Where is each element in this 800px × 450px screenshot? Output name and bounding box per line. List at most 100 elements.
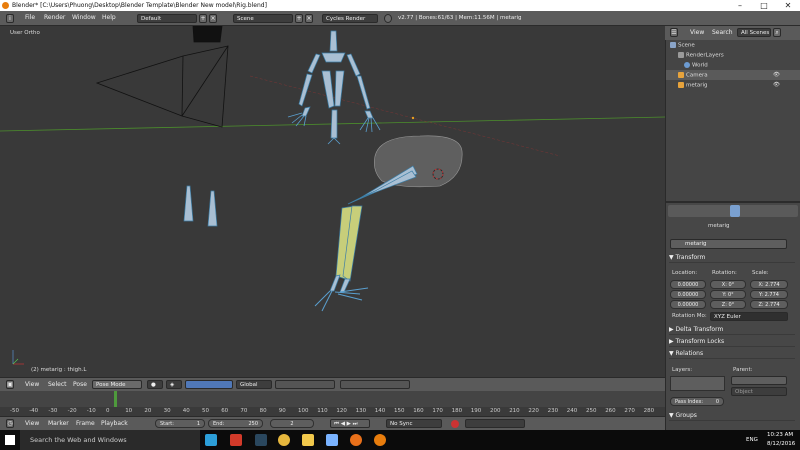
outliner-search-icon[interactable]: ⌕: [773, 28, 781, 37]
scene-select[interactable]: Scene: [233, 14, 293, 23]
timeline-tick-label: 170: [432, 408, 443, 414]
app-icon[interactable]: [326, 434, 338, 446]
pass-index-field[interactable]: Pass Index: 0: [670, 397, 724, 406]
timeline[interactable]: [0, 391, 665, 407]
current-frame-marker[interactable]: [114, 391, 117, 407]
shading-select[interactable]: ●: [147, 380, 163, 389]
rotation-x[interactable]: X: 0°: [710, 280, 746, 289]
sync-select[interactable]: No Sync: [386, 419, 442, 428]
firefox-icon[interactable]: [350, 434, 362, 446]
remove-layout-button[interactable]: ×: [209, 14, 217, 23]
chrome-icon[interactable]: [278, 434, 290, 446]
outliner-display-select[interactable]: All Scenes: [737, 28, 771, 37]
location-x[interactable]: 0.00000: [670, 280, 706, 289]
menu-timeline-view[interactable]: View: [25, 420, 39, 427]
steam-icon[interactable]: [255, 434, 267, 446]
parent-type-select[interactable]: Object: [731, 387, 787, 396]
add-scene-button[interactable]: +: [295, 14, 303, 23]
app-icon[interactable]: [230, 434, 242, 446]
screen-layout-select[interactable]: Default: [137, 14, 197, 23]
maximize-button[interactable]: □: [752, 0, 776, 11]
menu-file[interactable]: File: [25, 14, 35, 21]
language-indicator[interactable]: ENG: [746, 437, 758, 443]
outliner-menu-search[interactable]: Search: [712, 29, 733, 36]
outliner-editor-type[interactable]: ☰: [670, 28, 678, 37]
transform-panel-header[interactable]: ▼ Transform: [669, 252, 795, 263]
clock-time[interactable]: 10:23 AM: [767, 432, 793, 438]
timeline-tick-label: 70: [240, 408, 248, 414]
3d-viewport[interactable]: User Ortho (2) metarig : thigh.L: [0, 26, 665, 377]
orientation-select[interactable]: Global: [236, 380, 272, 389]
remove-scene-button[interactable]: ×: [305, 14, 313, 23]
world-icon: [684, 62, 690, 68]
visibility-eye-icon[interactable]: 👁: [773, 72, 780, 78]
menu-marker[interactable]: Marker: [48, 420, 69, 427]
menu-view[interactable]: View: [25, 381, 39, 388]
menu-help[interactable]: Help: [102, 14, 116, 21]
tree-item-scene[interactable]: Scene: [670, 42, 695, 49]
window-title: Blender* [C:\Users\Phuong\Desktop\Blende…: [12, 2, 267, 9]
clock-date[interactable]: 8/12/2016: [767, 441, 795, 447]
manipulator-toggles[interactable]: [185, 380, 233, 389]
parent-field[interactable]: [731, 376, 787, 385]
timeline-editor-type[interactable]: ◷: [6, 419, 14, 428]
scale-y[interactable]: Y: 2.774: [750, 290, 788, 299]
minimize-button[interactable]: –: [728, 0, 752, 11]
search-text: Search the Web and Windows: [30, 436, 127, 444]
skype-icon[interactable]: [205, 434, 217, 446]
scale-z[interactable]: Z: 2.774: [750, 300, 788, 309]
tree-item-metarig[interactable]: metarig: [678, 82, 708, 89]
add-layout-button[interactable]: +: [199, 14, 207, 23]
tree-item-world[interactable]: World: [684, 62, 708, 69]
visibility-eye-icon[interactable]: 👁: [773, 82, 780, 88]
outliner-menu-view[interactable]: View: [690, 29, 704, 36]
location-y[interactable]: 0.00000: [670, 290, 706, 299]
menu-playback[interactable]: Playback: [101, 420, 128, 427]
start-frame-field[interactable]: Start: 1: [155, 419, 205, 428]
menu-window[interactable]: Window: [72, 14, 96, 21]
timeline-ruler[interactable]: -50 -40 -30 -20 -10 0 10 20 30 40 50 60 70 80 90 100 110…: [0, 407, 665, 416]
windows-start-icon[interactable]: [5, 435, 15, 445]
editor-type-icon[interactable]: i: [6, 14, 14, 23]
rotation-mode-select[interactable]: XYZ Euler: [710, 312, 788, 321]
view-label: User Ortho: [10, 30, 40, 36]
pose-tools[interactable]: [340, 380, 410, 389]
record-icon[interactable]: [451, 420, 459, 428]
relations-label: Relations: [675, 350, 704, 357]
playback-controls[interactable]: ⏮ ◀ ▶ ⏭: [330, 419, 370, 428]
location-label: Location:: [672, 270, 698, 276]
scale-x[interactable]: X: 2.774: [750, 280, 788, 289]
menu-frame[interactable]: Frame: [76, 420, 95, 427]
render-engine-select[interactable]: Cycles Render: [322, 14, 378, 23]
menu-select[interactable]: Select: [48, 381, 67, 388]
taskbar-search[interactable]: Search the Web and Windows: [20, 430, 200, 450]
pivot-select[interactable]: ◈: [166, 380, 182, 389]
layer-buttons[interactable]: [275, 380, 335, 389]
menu-render[interactable]: Render: [44, 14, 65, 21]
object-tab-icon[interactable]: [730, 205, 740, 217]
tree-item-camera[interactable]: Camera: [678, 72, 708, 79]
transform-locks-header[interactable]: ▶ Transform Locks: [669, 336, 795, 347]
tree-label: Scene: [678, 42, 695, 49]
layer-grid[interactable]: [670, 376, 725, 391]
current-frame-field[interactable]: 2: [270, 419, 314, 428]
mode-select[interactable]: Pose Mode: [92, 380, 142, 389]
blender-taskbar-icon[interactable]: [374, 434, 386, 446]
rotation-y[interactable]: Y: 0°: [710, 290, 746, 299]
close-button[interactable]: ✕: [776, 0, 800, 11]
groups-header[interactable]: ▼ Groups: [669, 410, 795, 421]
blender-icon: [384, 14, 392, 23]
location-z[interactable]: 0.00000: [670, 300, 706, 309]
delta-transform-header[interactable]: ▶ Delta Transform: [669, 324, 795, 335]
rotation-z[interactable]: Z: 0°: [710, 300, 746, 309]
menu-pose[interactable]: Pose: [73, 381, 87, 388]
explorer-icon[interactable]: [302, 434, 314, 446]
active-object-label: (2) metarig : thigh.L: [31, 367, 87, 373]
keying-set-field[interactable]: [465, 419, 525, 428]
tree-item-renderlayers[interactable]: RenderLayers: [678, 52, 724, 59]
object-name-field[interactable]: metarig: [670, 239, 787, 249]
end-frame-field[interactable]: End: 250: [208, 419, 263, 428]
editor-type-button[interactable]: ▣: [6, 380, 14, 389]
relations-header[interactable]: ▼ Relations: [669, 348, 795, 359]
camera-icon: [678, 72, 684, 78]
